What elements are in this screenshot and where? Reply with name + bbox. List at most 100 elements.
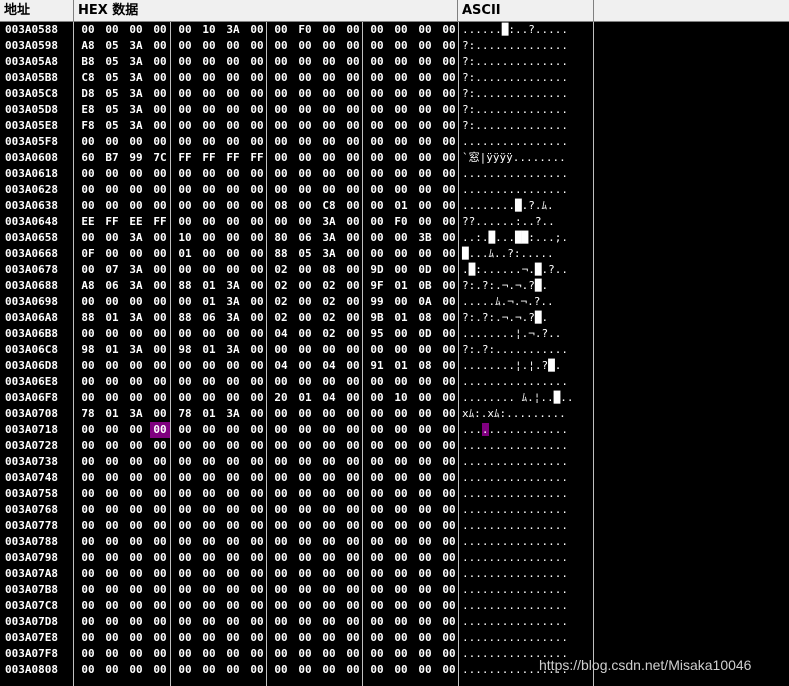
hex-byte[interactable]: 00: [223, 566, 243, 582]
hex-byte[interactable]: 00: [343, 454, 363, 470]
hex-byte[interactable]: 00: [150, 598, 170, 614]
table-row[interactable]: 003A06D8 00 00 00 00 00 00 00 00 04 00 04 00 91 01 08 00…: [0, 358, 594, 374]
hex-byte[interactable]: 9D: [367, 262, 387, 278]
hex-byte[interactable]: 00: [175, 22, 195, 38]
hex-byte[interactable]: 3A: [319, 214, 339, 230]
hex-byte[interactable]: 00: [391, 54, 411, 70]
hex-byte[interactable]: 00: [439, 534, 459, 550]
hex-byte[interactable]: 00: [439, 214, 459, 230]
hex-byte[interactable]: 00: [271, 630, 291, 646]
hex-byte[interactable]: 00: [415, 534, 435, 550]
hex-byte[interactable]: 07: [102, 262, 122, 278]
hex-byte[interactable]: 00: [271, 342, 291, 358]
hex-byte[interactable]: 00: [150, 86, 170, 102]
hex-byte[interactable]: 00: [295, 662, 315, 678]
hex-byte[interactable]: 00: [343, 294, 363, 310]
hex-byte[interactable]: 00: [367, 406, 387, 422]
hex-byte[interactable]: 78: [175, 406, 195, 422]
hex-byte[interactable]: 00: [343, 38, 363, 54]
hex-byte[interactable]: 98: [175, 342, 195, 358]
hex-byte[interactable]: 00: [102, 550, 122, 566]
hex-byte[interactable]: 00: [199, 358, 219, 374]
hex-byte[interactable]: 00: [415, 38, 435, 54]
table-row[interactable]: 003A0648 EE FF EE FF 00 00 00 00 00 00 3A 00 00 F0 00 00…: [0, 214, 594, 230]
hex-byte[interactable]: 04: [271, 358, 291, 374]
hex-byte[interactable]: 00: [271, 86, 291, 102]
hex-byte[interactable]: 08: [415, 310, 435, 326]
hex-byte[interactable]: 00: [391, 150, 411, 166]
hex-byte[interactable]: 00: [319, 518, 339, 534]
table-row[interactable]: 003A0768 00 00 00 00 00 00 00 00 00 00 00 00 00 00 00 00…: [0, 502, 594, 518]
hex-byte[interactable]: 10: [199, 22, 219, 38]
hex-byte[interactable]: 00: [343, 54, 363, 70]
hex-byte[interactable]: 00: [367, 470, 387, 486]
hex-byte[interactable]: 00: [343, 390, 363, 406]
hex-byte[interactable]: 00: [223, 70, 243, 86]
hex-byte[interactable]: 00: [78, 358, 98, 374]
hex-byte[interactable]: 00: [295, 70, 315, 86]
hex-byte[interactable]: 00: [102, 662, 122, 678]
hex-byte[interactable]: 3A: [126, 342, 146, 358]
hex-byte[interactable]: 9B: [367, 310, 387, 326]
ascii-text[interactable]: `窓|ÿÿÿÿ........: [462, 150, 566, 166]
hex-byte[interactable]: 00: [367, 390, 387, 406]
table-row[interactable]: 003A05B8 C8 05 3A 00 00 00 00 00 00 00 00 00 00 00 00 00…: [0, 70, 594, 86]
hex-byte[interactable]: 00: [439, 470, 459, 486]
hex-byte[interactable]: 00: [367, 150, 387, 166]
hex-byte[interactable]: 00: [295, 582, 315, 598]
hex-byte[interactable]: 00: [367, 198, 387, 214]
hex-byte[interactable]: 00: [102, 518, 122, 534]
hex-byte[interactable]: 00: [367, 70, 387, 86]
hex-byte[interactable]: 00: [367, 54, 387, 70]
hex-byte[interactable]: 00: [223, 214, 243, 230]
hex-byte[interactable]: 00: [391, 502, 411, 518]
hex-byte[interactable]: 00: [199, 582, 219, 598]
hex-byte[interactable]: 00: [319, 438, 339, 454]
hex-byte[interactable]: EE: [126, 214, 146, 230]
hex-byte[interactable]: 00: [78, 646, 98, 662]
hex-byte[interactable]: 00: [271, 102, 291, 118]
hex-byte[interactable]: 06: [199, 310, 219, 326]
table-row[interactable]: 003A0668 0F 00 00 00 01 00 00 00 88 05 3A 00 00 00 00 00…: [0, 246, 594, 262]
hex-byte[interactable]: 00: [295, 134, 315, 150]
hex-byte[interactable]: 05: [295, 246, 315, 262]
hex-byte[interactable]: 00: [78, 198, 98, 214]
hex-byte[interactable]: 00: [367, 502, 387, 518]
hex-byte[interactable]: 00: [295, 182, 315, 198]
hex-byte[interactable]: 00: [295, 374, 315, 390]
hex-byte[interactable]: 00: [439, 310, 459, 326]
hex-byte[interactable]: 00: [199, 182, 219, 198]
hex-byte[interactable]: 00: [367, 230, 387, 246]
hex-byte[interactable]: 00: [223, 502, 243, 518]
hex-byte[interactable]: 00: [247, 614, 267, 630]
hex-byte[interactable]: 00: [223, 438, 243, 454]
hex-byte[interactable]: 00: [126, 422, 146, 438]
hex-byte[interactable]: 00: [391, 598, 411, 614]
hex-byte[interactable]: 00: [175, 662, 195, 678]
hex-byte[interactable]: 00: [223, 390, 243, 406]
hex-byte[interactable]: 00: [295, 518, 315, 534]
hex-byte[interactable]: 3A: [223, 406, 243, 422]
hex-byte[interactable]: A8: [78, 38, 98, 54]
hex-byte[interactable]: 00: [415, 342, 435, 358]
hex-byte[interactable]: 10: [391, 390, 411, 406]
hex-byte[interactable]: 00: [343, 310, 363, 326]
hex-byte[interactable]: 00: [343, 438, 363, 454]
hex-byte[interactable]: 00: [271, 422, 291, 438]
hex-byte[interactable]: 00: [247, 582, 267, 598]
hex-byte[interactable]: 00: [126, 294, 146, 310]
hex-byte[interactable]: 00: [439, 390, 459, 406]
hex-byte[interactable]: 00: [223, 118, 243, 134]
ascii-text[interactable]: ................: [462, 422, 568, 438]
hex-byte[interactable]: 00: [199, 166, 219, 182]
hex-byte[interactable]: 00: [295, 38, 315, 54]
ascii-text[interactable]: ?:..............: [462, 70, 568, 86]
hex-byte[interactable]: 00: [247, 406, 267, 422]
hex-byte[interactable]: 00: [319, 406, 339, 422]
hex-byte[interactable]: 00: [319, 118, 339, 134]
hex-byte[interactable]: 00: [126, 470, 146, 486]
hex-byte[interactable]: 00: [343, 374, 363, 390]
hex-byte[interactable]: 00: [271, 598, 291, 614]
hex-byte[interactable]: 00: [343, 598, 363, 614]
hex-byte[interactable]: 3A: [223, 294, 243, 310]
